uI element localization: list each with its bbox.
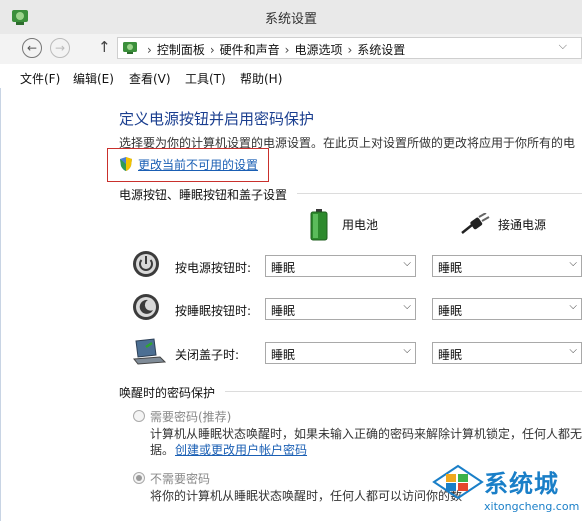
- select-value: 睡眠: [438, 304, 463, 318]
- section-divider: [297, 193, 582, 194]
- no-password-description: 将你的计算机从睡眠状态唤醒时，任何人都可以访问你的数: [150, 489, 463, 503]
- window-title: 系统设置: [264, 12, 317, 27]
- battery-column-label: 用电池: [342, 218, 379, 232]
- buttons-section-label: 电源按钮、睡眠按钮和盖子设置: [119, 188, 288, 202]
- watermark-brand: 系统城: [484, 470, 559, 498]
- navigation-bar: ← → ↑ › 控制面板 › 硬件和声音 › 电源选项 › 系统设置 ⌵: [0, 34, 582, 64]
- back-button[interactable]: ←: [22, 38, 42, 58]
- breadcrumb-hardware-sound[interactable]: 硬件和声音: [220, 43, 280, 57]
- power-button-label: 按电源按钮时:: [175, 261, 252, 275]
- chevron-down-icon: ⌵: [403, 345, 411, 356]
- plugged-in-column-label: 接通电源: [498, 218, 547, 232]
- battery-icon: [310, 209, 328, 241]
- password-section-label: 唤醒时的密码保护: [119, 386, 216, 400]
- close-lid-label: 关闭盖子时:: [175, 348, 240, 362]
- no-password-label: 不需要密码: [150, 472, 211, 486]
- close-lid-battery-select[interactable]: 睡眠 ⌵: [265, 342, 416, 364]
- change-unavailable-settings-link[interactable]: 更改当前不可用的设置: [138, 156, 258, 173]
- breadcrumb-control-panel[interactable]: 控制面板: [157, 43, 205, 57]
- menu-edit[interactable]: 编辑(E): [73, 70, 114, 87]
- close-lid-plugged-select[interactable]: 睡眠 ⌵: [432, 342, 582, 364]
- no-password-radio[interactable]: [133, 472, 145, 484]
- watermark-logo: 系统城 xitongcheng.com: [428, 460, 582, 521]
- select-value: 睡眠: [271, 304, 296, 318]
- sleep-button-battery-select[interactable]: 睡眠 ⌵: [265, 298, 416, 320]
- chevron-right-icon: ›: [147, 43, 152, 57]
- select-value: 睡眠: [271, 261, 296, 275]
- chevron-down-icon: ⌵: [569, 345, 577, 356]
- laptop-lid-icon: [133, 338, 166, 365]
- require-password-description-end: 据。: [150, 443, 175, 457]
- chevron-down-icon: ⌵: [403, 258, 411, 269]
- password-section-heading: 唤醒时的密码保护: [119, 384, 582, 401]
- select-value: 睡眠: [271, 348, 296, 362]
- menu-tools[interactable]: 工具(T): [185, 70, 226, 87]
- sleep-icon: [133, 294, 159, 320]
- menu-file[interactable]: 文件(F): [20, 70, 60, 87]
- control-panel-icon: [123, 42, 137, 54]
- create-password-link[interactable]: 创建或更改用户帐户密码: [175, 441, 307, 458]
- require-password-description: 计算机从睡眠状态唤醒时，如果未输入正确的密码来解除计算机锁定，任何人都无: [150, 427, 582, 441]
- title-bar: 系统设置: [0, 0, 582, 35]
- section-divider: [225, 391, 582, 392]
- chevron-down-icon: ⌵: [569, 301, 577, 312]
- chevron-down-icon: ⌵: [569, 258, 577, 269]
- power-button-plugged-select[interactable]: 睡眠 ⌵: [432, 255, 582, 277]
- power-plug-icon: [461, 213, 490, 234]
- chevron-right-icon[interactable]: ›: [285, 43, 290, 57]
- select-value: 睡眠: [438, 348, 463, 362]
- watermark-url: xitongcheng.com: [484, 500, 580, 513]
- sleep-button-label: 按睡眠按钮时:: [175, 304, 252, 318]
- breadcrumb: › 控制面板 › 硬件和声音 › 电源选项 › 系统设置: [142, 41, 405, 58]
- chevron-right-icon[interactable]: ›: [347, 43, 352, 57]
- address-bar[interactable]: › 控制面板 › 硬件和声音 › 电源选项 › 系统设置 ⌵: [117, 37, 582, 59]
- sleep-button-plugged-select[interactable]: 睡眠 ⌵: [432, 298, 582, 320]
- require-password-radio[interactable]: [133, 410, 145, 422]
- uac-shield-icon: [120, 157, 132, 171]
- menu-bar: 文件(F) 编辑(E) 查看(V) 工具(T) 帮助(H): [0, 64, 582, 88]
- require-password-label: 需要密码(推荐): [150, 410, 232, 424]
- chevron-down-icon[interactable]: ⌵: [559, 39, 567, 53]
- breadcrumb-power-options[interactable]: 电源选项: [294, 43, 342, 57]
- menu-help[interactable]: 帮助(H): [240, 70, 282, 87]
- up-button[interactable]: ↑: [98, 38, 111, 56]
- power-icon: [133, 251, 159, 277]
- select-value: 睡眠: [438, 261, 463, 275]
- power-button-battery-select[interactable]: 睡眠 ⌵: [265, 255, 416, 277]
- pane-divider: [0, 88, 1, 521]
- buttons-section-heading: 电源按钮、睡眠按钮和盖子设置: [119, 186, 582, 203]
- forward-button[interactable]: →: [50, 38, 70, 58]
- chevron-right-icon[interactable]: ›: [210, 43, 215, 57]
- breadcrumb-system-settings[interactable]: 系统设置: [357, 43, 405, 57]
- menu-view[interactable]: 查看(V): [129, 70, 171, 87]
- watermark-emblem-icon: [432, 464, 484, 500]
- chevron-down-icon: ⌵: [403, 301, 411, 312]
- page-title: 定义电源按钮并启用密码保护: [119, 110, 315, 128]
